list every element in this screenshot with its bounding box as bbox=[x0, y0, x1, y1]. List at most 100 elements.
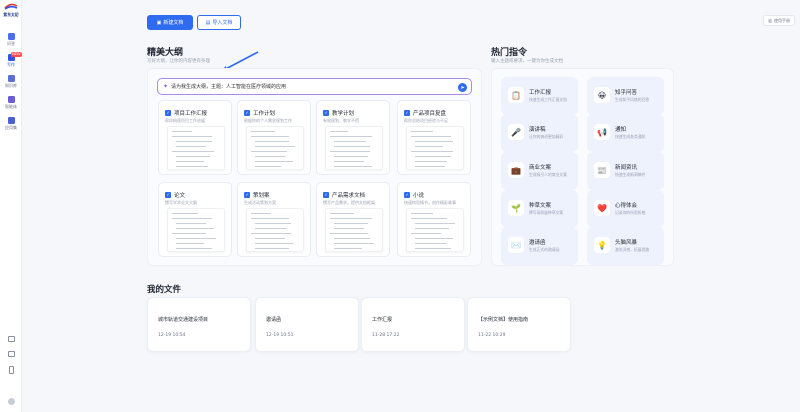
envelope-icon: ✉️ bbox=[508, 237, 524, 253]
hot-item-title: 通知 bbox=[615, 127, 627, 133]
file-card[interactable]: 邀请函 12-19 10:51 bbox=[255, 297, 359, 352]
template-card-product-review[interactable]: ✓ 产品项目复盘 帮你总结项目经验与不足 bbox=[397, 100, 471, 175]
template-preview bbox=[167, 126, 225, 170]
hot-item-reflection[interactable]: ❤️ 心得体会 记录你的所思所感 bbox=[587, 190, 664, 228]
doc-icon: ✓ bbox=[244, 192, 250, 198]
send-icon: ➤ bbox=[460, 84, 465, 91]
template-preview bbox=[167, 208, 225, 252]
template-preview bbox=[246, 126, 304, 170]
send-button[interactable]: ➤ bbox=[458, 83, 467, 92]
sidebar-item-label: 知识库 bbox=[5, 83, 17, 88]
new-document-icon: ▣ bbox=[156, 19, 162, 26]
template-title: 产品项目复盘 bbox=[413, 111, 447, 117]
template-desc: 撰写学术论文大纲 bbox=[165, 200, 197, 205]
import-document-button[interactable]: ▤ 导入文档 bbox=[197, 15, 241, 30]
sidebar-bottom-mail[interactable] bbox=[0, 351, 22, 357]
template-preview bbox=[325, 126, 383, 170]
hot-item-title: 新闻资讯 bbox=[615, 165, 638, 171]
sidebar-item-apps[interactable]: 应用集 bbox=[0, 117, 22, 131]
microphone-icon: 🎤 bbox=[508, 124, 524, 140]
sidebar-avatar[interactable] bbox=[0, 398, 22, 405]
sidebar-item-agent[interactable]: 智能体 bbox=[0, 96, 22, 110]
doc-icon: ✓ bbox=[323, 110, 329, 116]
hot-item-desc: 撰写高质量种草文案 bbox=[529, 210, 564, 215]
template-title: 小说 bbox=[413, 193, 425, 199]
file-name: 工作汇报 bbox=[372, 317, 393, 323]
template-title: 论文 bbox=[174, 193, 186, 199]
hot-item-desc: 生成正式的邀请函 bbox=[529, 247, 560, 252]
file-date: 11-28 17:22 bbox=[372, 333, 400, 338]
file-card[interactable]: 工作汇报 11-28 17:22 bbox=[361, 297, 465, 352]
clipboard-icon: 📋 bbox=[508, 87, 524, 103]
new-document-button[interactable]: ▣ 新建文档 bbox=[147, 15, 193, 30]
template-card-project-report[interactable]: ✓ 项目工作汇报 帮你梳理项目工作进展 bbox=[158, 100, 232, 175]
brand-logo[interactable]: 紫东太初 bbox=[2, 3, 20, 18]
template-title: 工作计划 bbox=[253, 111, 276, 117]
template-title: 策划案 bbox=[253, 193, 270, 199]
hot-item-desc: 快速生成各类通知 bbox=[615, 134, 646, 139]
template-desc: 帮你总结项目经验与不足 bbox=[404, 118, 448, 123]
template-preview bbox=[246, 208, 304, 252]
template-desc: 根据你的个人需求规划工作 bbox=[244, 118, 292, 123]
briefcase-icon: 💼 bbox=[508, 162, 524, 178]
sidebar-bottom-docs[interactable] bbox=[0, 336, 22, 342]
outline-prompt-value: 请为我生成大纲，主题：人工智能在医疗领域的应用 bbox=[171, 84, 287, 90]
sidebar-item-qa[interactable]: 问答 bbox=[0, 33, 22, 47]
file-card[interactable]: 城市轨道交通建设项目 12-19 10:54 bbox=[147, 297, 251, 352]
hot-item-notice[interactable]: 📢 通知 快速生成各类通知 bbox=[587, 114, 664, 152]
file-card[interactable]: 【示例文档】使用指南 11-22 10:29 bbox=[467, 297, 571, 352]
hot-item-invitation[interactable]: ✉️ 邀请函 生成正式的邀请函 bbox=[501, 227, 578, 265]
chat-icon bbox=[7, 33, 15, 40]
sprout-icon: 🌱 bbox=[508, 200, 524, 216]
hot-item-desc: 生成吸引人的商业文案 bbox=[529, 172, 567, 177]
sparkle-icon: ✦ bbox=[163, 83, 169, 90]
sidebar-item-label: 应用集 bbox=[5, 125, 17, 130]
doc-icon: ✓ bbox=[404, 110, 410, 116]
hot-item-speech[interactable]: 🎤 演讲稿 让你的演讲更加精彩 bbox=[501, 114, 578, 152]
template-card-thesis[interactable]: ✓ 论文 撰写学术论文大纲 bbox=[158, 182, 232, 257]
sidebar-bottom-mobile[interactable] bbox=[0, 366, 22, 374]
outline-prompt-input[interactable]: ✦ 请为我生成大纲，主题：人工智能在医疗领域的应用 ➤ bbox=[157, 78, 472, 95]
sidebar-item-write[interactable]: NEW 写作 bbox=[0, 52, 22, 68]
hot-item-work-report[interactable]: 📋 工作汇报 快速生成工作汇报文档 bbox=[501, 77, 578, 115]
brand-logo-icon bbox=[4, 3, 18, 10]
template-desc: 快速构思情节，创作精彩故事 bbox=[404, 200, 456, 205]
manual-icon: ▥ bbox=[768, 18, 772, 23]
template-preview bbox=[406, 126, 464, 170]
hot-item-seeding-copy[interactable]: 🌱 种草文案 撰写高质量种草文案 bbox=[501, 190, 578, 228]
doc-icon: ✓ bbox=[244, 110, 250, 116]
template-title: 教学计划 bbox=[332, 111, 355, 117]
hot-item-business-copy[interactable]: 💼 商业文案 生成吸引人的商业文案 bbox=[501, 152, 578, 190]
hot-item-desc: 快速生成工作汇报文档 bbox=[529, 97, 567, 102]
user-manual-label: 使用手册 bbox=[774, 17, 790, 23]
avatar bbox=[7, 398, 15, 405]
template-desc: 撰写产品需求，提供文档框架 bbox=[323, 200, 375, 205]
template-card-novel[interactable]: ✓ 小说 快速构思情节，创作精彩故事 bbox=[397, 182, 471, 257]
hot-item-title: 头脑风暴 bbox=[615, 240, 638, 246]
hot-item-title: 知乎问答 bbox=[615, 90, 638, 96]
template-card-teaching-plan[interactable]: ✓ 教学计划 有效规划，教学不慌 bbox=[316, 100, 390, 175]
hot-commands-subtitle: 输入主题或要求，一键为你生成文档 bbox=[491, 59, 563, 64]
robot-icon bbox=[7, 96, 15, 103]
template-preview bbox=[325, 208, 383, 252]
outline-section-title: 精美大纲 bbox=[147, 48, 184, 58]
template-card-prd[interactable]: ✓ 产品需求文档 撰写产品需求，提供文档框架 bbox=[316, 182, 390, 257]
heart-icon: ❤️ bbox=[594, 200, 610, 216]
hot-item-title: 邀请函 bbox=[529, 240, 546, 246]
hot-item-desc: 生成知乎风格的回答 bbox=[615, 97, 650, 102]
user-manual-button[interactable]: ▥ 使用手册 bbox=[763, 15, 795, 26]
template-card-work-plan[interactable]: ✓ 工作计划 根据你的个人需求规划工作 bbox=[237, 100, 311, 175]
hot-item-zhihu[interactable]: 😀 知乎问答 生成知乎风格的回答 bbox=[587, 77, 664, 115]
file-name: 【示例文档】使用指南 bbox=[478, 317, 529, 323]
sidebar-item-knowledge[interactable]: 知识库 bbox=[0, 75, 22, 89]
hot-item-brainstorm[interactable]: 💡 头脑风暴 激发灵感，拓展思路 bbox=[587, 227, 664, 265]
new-document-label: 新建文档 bbox=[163, 20, 184, 26]
import-icon: ▤ bbox=[205, 19, 211, 26]
template-desc: 帮你梳理项目工作进展 bbox=[165, 118, 205, 123]
hot-item-desc: 记录你的所思所感 bbox=[615, 210, 646, 215]
brand-name: 紫东太初 bbox=[3, 12, 19, 17]
template-card-planning[interactable]: ✓ 策划案 生成活动策划方案 bbox=[237, 182, 311, 257]
hot-item-title: 心得体会 bbox=[615, 203, 638, 209]
hot-item-news[interactable]: 📰 新闻资讯 快速生成新闻稿件 bbox=[587, 152, 664, 190]
my-files-title: 我的文件 bbox=[147, 285, 182, 295]
